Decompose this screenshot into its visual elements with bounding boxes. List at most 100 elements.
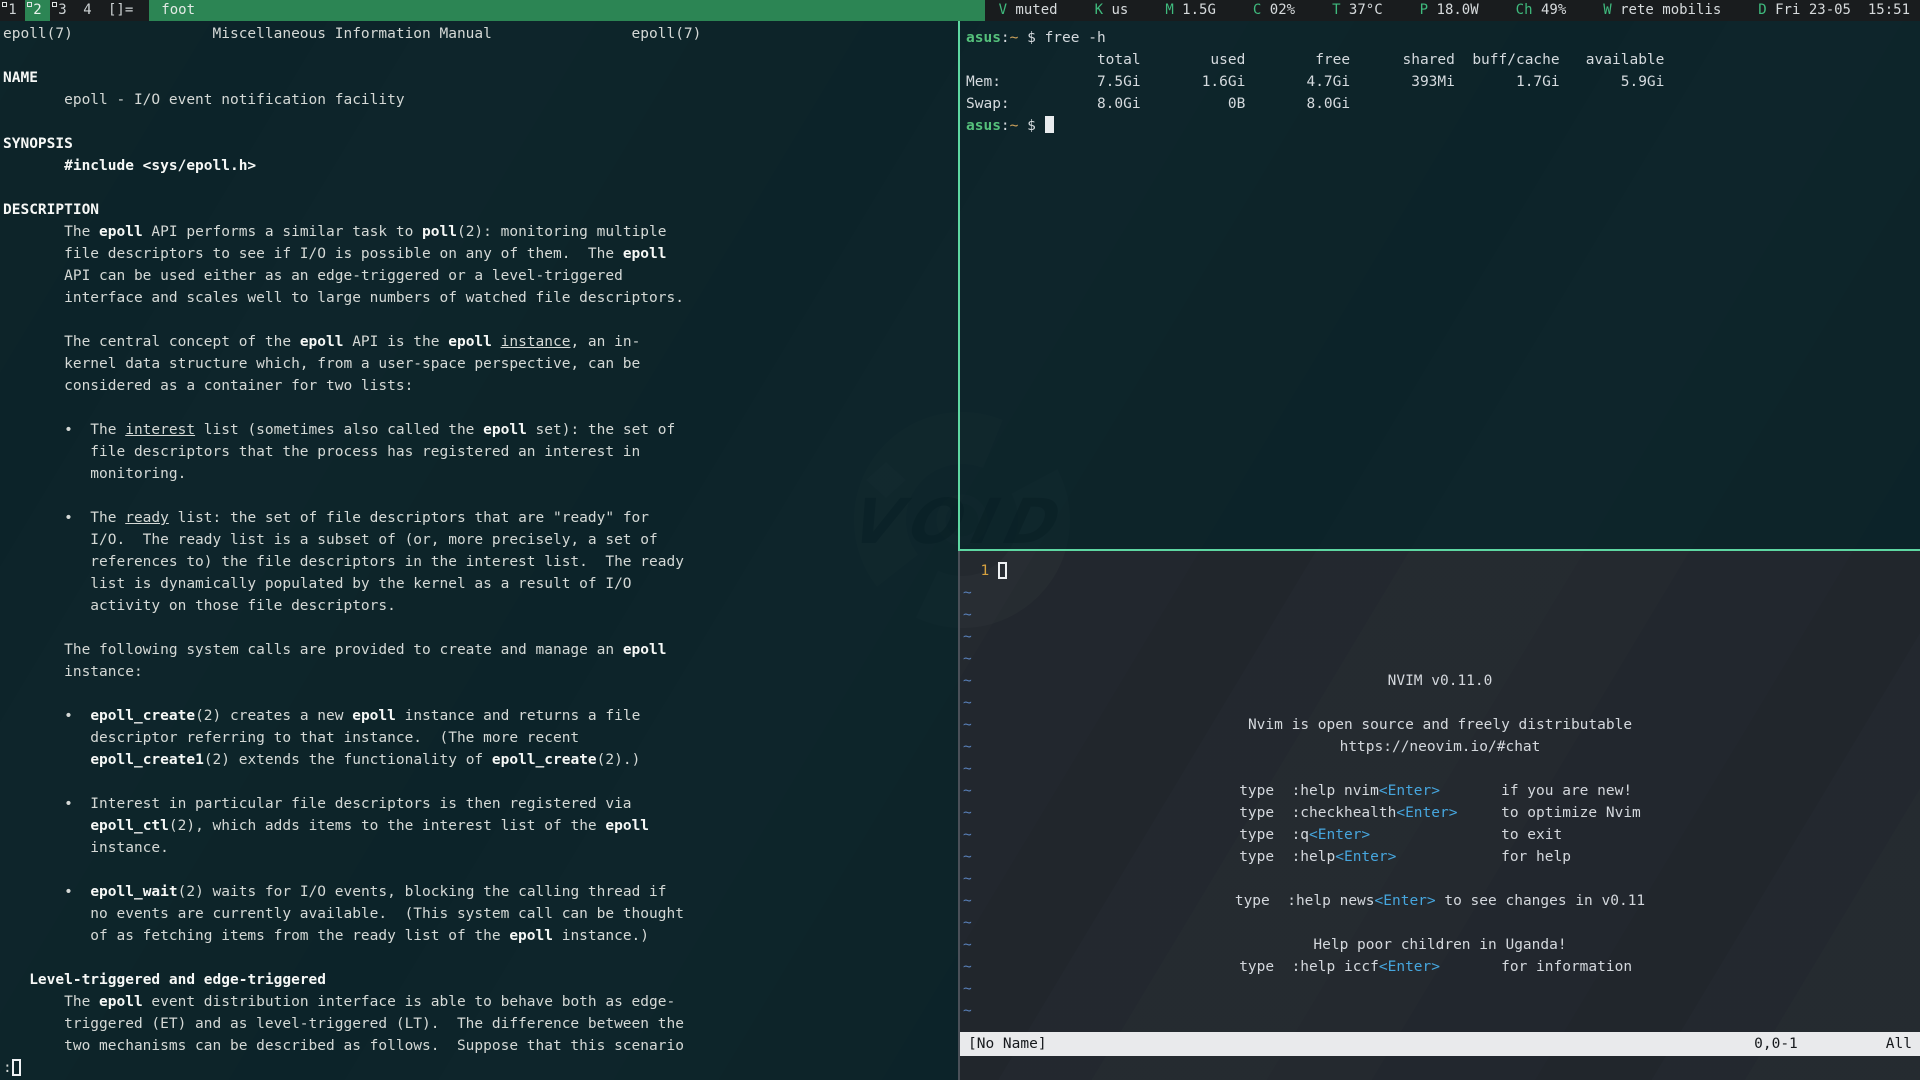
man-line: Level-triggered and edge-triggered: [3, 969, 958, 991]
man-line: [3, 111, 958, 133]
man-line: [3, 309, 958, 331]
layout-symbol[interactable]: []=: [102, 0, 139, 21]
man-page-pane[interactable]: epoll(7) Miscellaneous Information Manua…: [0, 21, 958, 1080]
nvim-intro-line: type :help nvim<Enter> if you are new!: [960, 780, 1920, 802]
nvim-tilde: ~: [963, 604, 972, 626]
tilde-glyph: ~: [963, 871, 972, 887]
status-value: us: [1103, 2, 1128, 18]
status-module-P: P 18.0W: [1420, 0, 1479, 21]
tilde-glyph: ~: [963, 761, 972, 777]
status-value: 1.5G: [1174, 2, 1216, 18]
nvim-intro-line: type :checkhealth<Enter> to optimize Nvi…: [960, 802, 1920, 824]
man-line: two mechanisms can be described as follo…: [3, 1035, 958, 1057]
workspace-label: 4: [83, 2, 91, 18]
nvim-intro-line: type :help iccf<Enter> for information: [960, 956, 1920, 978]
status-module-K: K us: [1095, 0, 1129, 21]
inactive-pane-border: [958, 551, 960, 1080]
man-line: [3, 485, 958, 507]
nvim-scroll-position: All: [1886, 1036, 1912, 1052]
man-line: The epoll API performs a similar task to…: [3, 221, 958, 243]
man-line: DESCRIPTION: [3, 199, 958, 221]
terminal-text: asus:~ $ free -h total used free shared …: [966, 27, 1920, 137]
man-line: API can be used either as an edge-trigge…: [3, 265, 958, 287]
active-pane-border-left: [958, 21, 960, 551]
man-line: SYNOPSIS: [3, 133, 958, 155]
man-line: descriptor referring to that instance. (…: [3, 727, 958, 749]
man-line: epoll - I/O event notification facility: [3, 89, 958, 111]
man-line: • The interest list (sometimes also call…: [3, 419, 958, 441]
status-value: Fri 23-05 15:51: [1767, 2, 1910, 18]
man-page-text: epoll(7) Miscellaneous Information Manua…: [3, 23, 958, 1079]
workspace-2[interactable]: 2: [25, 0, 50, 21]
man-line: • Interest in particular file descriptor…: [3, 793, 958, 815]
nvim-tilde: ~: [963, 648, 972, 670]
nvim-tilde: ~: [963, 868, 972, 890]
status-key: K: [1095, 2, 1103, 18]
nvim-tilde: ~: [963, 912, 972, 934]
status-key: D: [1758, 2, 1766, 18]
status-module-D: D Fri 23-05 15:51: [1758, 0, 1910, 21]
nvim-tilde: ~: [963, 758, 972, 780]
man-line: instance:: [3, 661, 958, 683]
man-line: NAME: [3, 67, 958, 89]
nvim-tilde: ~: [963, 978, 972, 1000]
man-line: • The ready list: the set of file descri…: [3, 507, 958, 529]
man-line: instance.: [3, 837, 958, 859]
man-line: references to) the file descriptors in t…: [3, 551, 958, 573]
nvim-intro-line: Nvim is open source and freely distribut…: [960, 714, 1920, 736]
status-bar: 1234 []= foot V mutedK usM 1.5GC 02%T 37…: [0, 0, 1920, 21]
nvim-buffer-name: [No Name]: [968, 1036, 1047, 1052]
status-modules: V mutedK usM 1.5GC 02%T 37°CP 18.0WCh 49…: [985, 0, 1920, 21]
workspace-3[interactable]: 3: [50, 0, 75, 21]
workspace-occupied-indicator: [27, 2, 32, 7]
workspace-list: 123 4: [0, 0, 100, 21]
status-module-V: V muted: [999, 0, 1058, 21]
tilde-glyph: ~: [963, 981, 972, 997]
terminal-line: Mem: 7.5Gi 1.6Gi 4.7Gi 393Mi 1.7Gi 5.9Gi: [966, 71, 1920, 93]
status-module-W: W rete mobilis: [1603, 0, 1721, 21]
man-line: of as fetching items from the ready list…: [3, 925, 958, 947]
man-line: file descriptors to see if I/O is possib…: [3, 243, 958, 265]
pager-prompt: :: [3, 1057, 958, 1079]
nvim-intro-line: type :q<Enter> to exit: [960, 824, 1920, 846]
terminal-line: Swap: 8.0Gi 0B 8.0Gi: [966, 93, 1920, 115]
man-line: The central concept of the epoll API is …: [3, 331, 958, 353]
tilde-glyph: ~: [963, 1003, 972, 1019]
workspace-label: 1: [8, 2, 16, 18]
man-line: • epoll_wait(2) waits for I/O events, bl…: [3, 881, 958, 903]
man-line: epoll_create1(2) extends the functionali…: [3, 749, 958, 771]
nvim-tilde: ~: [963, 626, 972, 648]
nvim-pane[interactable]: 1 ~~~~~~~~~~~~~~~~~~~~ NVIM v0.11.0Nvim …: [960, 551, 1920, 1080]
workspace-4[interactable]: 4: [75, 0, 100, 21]
man-line: [3, 397, 958, 419]
status-value: 18.0W: [1428, 2, 1479, 18]
nvim-tilde: ~: [963, 582, 972, 604]
status-value: 37°C: [1341, 2, 1383, 18]
nvim-intro-line: NVIM v0.11.0: [960, 670, 1920, 692]
status-key: M: [1165, 2, 1173, 18]
status-module-C: C 02%: [1253, 0, 1295, 21]
workspace-1[interactable]: 1: [0, 0, 25, 21]
status-key: P: [1420, 2, 1428, 18]
status-value: 49%: [1533, 2, 1567, 18]
man-line: triggered (ET) and as level-triggered (L…: [3, 1013, 958, 1035]
workspace-label: 3: [58, 2, 66, 18]
active-pane-border-bottom: [958, 549, 1920, 551]
terminal-pane[interactable]: asus:~ $ free -h total used free shared …: [960, 21, 1920, 549]
man-line: [3, 177, 958, 199]
tilde-glyph: ~: [963, 695, 972, 711]
pager-cursor: [12, 1059, 21, 1076]
nvim-tilde: ~: [963, 692, 972, 714]
workspace-occupied-indicator: [52, 2, 57, 7]
man-line: epoll(7) Miscellaneous Information Manua…: [3, 23, 958, 45]
status-key: W: [1603, 2, 1611, 18]
status-value: muted: [1007, 2, 1058, 18]
tilde-glyph: ~: [963, 629, 972, 645]
focused-window-title: foot: [149, 0, 984, 21]
terminal-line: total used free shared buff/cache availa…: [966, 49, 1920, 71]
workspace-occupied-indicator: [2, 2, 7, 7]
nvim-statusline: [No Name] 0,0-1 All: [960, 1032, 1920, 1056]
man-line: [3, 771, 958, 793]
terminal-cursor: [1045, 116, 1054, 133]
terminal-line: asus:~ $ free -h: [966, 27, 1920, 49]
